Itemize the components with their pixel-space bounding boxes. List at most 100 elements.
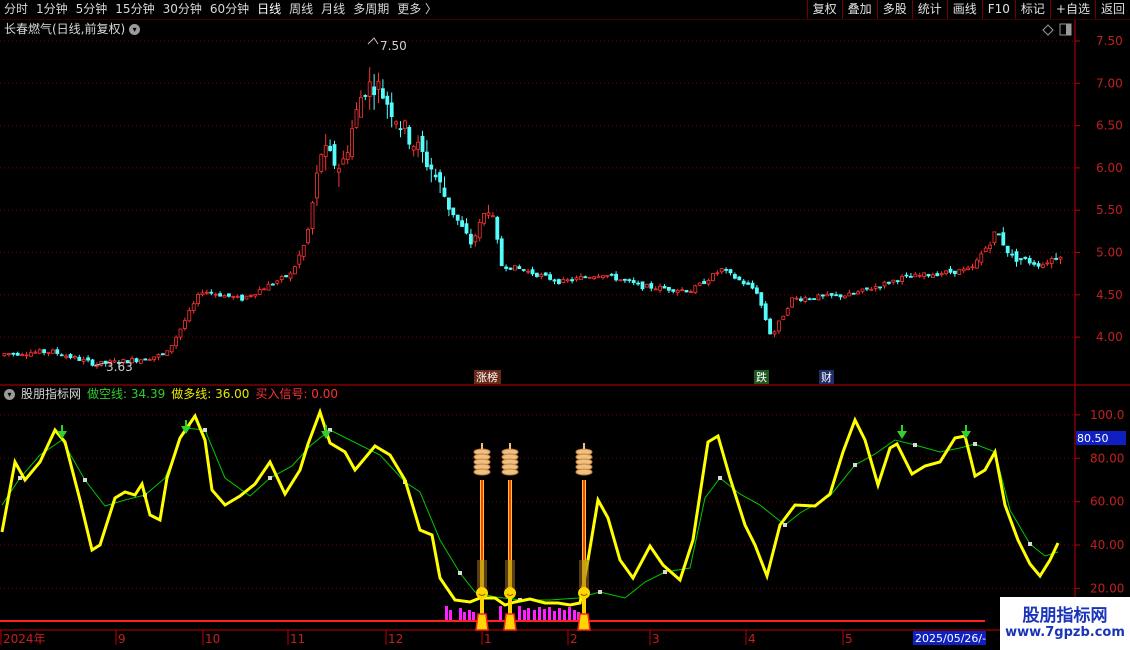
candle-body (649, 283, 654, 289)
grid (0, 40, 1075, 338)
candle-body (55, 349, 60, 354)
candle-body (446, 197, 451, 210)
signal-bar (523, 610, 526, 620)
candle-body (37, 349, 42, 354)
signal-bar (472, 612, 475, 620)
signal-body (505, 560, 515, 588)
candle-body (178, 328, 183, 338)
candle-body (922, 272, 926, 277)
candle-body (248, 295, 253, 297)
candle-body (605, 275, 610, 277)
candle-body (411, 146, 416, 151)
candle-body (424, 151, 429, 168)
candle-body (653, 288, 658, 291)
candle-body (1045, 262, 1050, 265)
candle-body (777, 320, 781, 332)
candle-body (592, 276, 596, 279)
candle-body (341, 158, 346, 165)
candle-body (68, 354, 73, 359)
candle-body (1010, 253, 1014, 256)
candle-body (336, 168, 341, 173)
candle-body (895, 280, 900, 283)
candle-body (623, 278, 627, 281)
candle-body (697, 282, 702, 286)
candle-body (28, 352, 33, 357)
signal-bar (543, 609, 546, 620)
watermark-url: www.7gpzb.com (1005, 625, 1125, 640)
candle-body (275, 280, 280, 284)
candle-body (733, 274, 737, 279)
candle-body (350, 128, 355, 157)
candle-body (495, 216, 500, 240)
candle-body (310, 202, 315, 229)
candle-body (306, 229, 311, 244)
diamond-icon[interactable] (1042, 24, 1054, 36)
candle-body (138, 359, 143, 364)
candle-body (807, 298, 812, 301)
event-marker-2[interactable]: 跌 (756, 370, 767, 384)
candle-body (438, 172, 443, 183)
candle-body (552, 279, 557, 282)
signal-bar (568, 607, 571, 620)
event-marker-1[interactable]: 涨榜 (476, 370, 498, 384)
candle-body (530, 269, 535, 275)
candle-body (1041, 264, 1045, 268)
signal-label: 买入信号: 0.00 (255, 387, 339, 401)
candle-body (803, 297, 808, 302)
candle-body (376, 80, 381, 90)
indicator-title: ▾ 股朋指标网 做空线: 34.39 做多线: 36.00 买入信号: 0.00 (4, 387, 338, 401)
candle-body (904, 274, 909, 277)
current-date-tag: 2025/05/26/- (915, 632, 986, 645)
candle-body (966, 267, 970, 270)
long-line-dot (783, 523, 787, 527)
candle-body (367, 81, 372, 97)
candle-body (847, 292, 852, 297)
candle-body (1001, 232, 1006, 246)
candle-body (935, 273, 940, 277)
event-marker-3[interactable]: 财 (821, 370, 832, 384)
candle-body (561, 279, 566, 283)
price-tick-label: 4.00 (1096, 330, 1123, 344)
signal-bar (527, 608, 530, 620)
candle-body (279, 276, 284, 280)
long-line-dot (1028, 542, 1032, 546)
candle-body (1049, 258, 1054, 264)
signal-bar (563, 610, 566, 620)
candle-body (799, 298, 803, 301)
candle-body (156, 354, 161, 358)
candle-body (15, 352, 20, 356)
short-line-label: 做空线: 34.39 (87, 387, 166, 401)
signal-coil-icon (473, 468, 491, 476)
indicator-dropdown-icon[interactable]: ▾ (4, 388, 15, 400)
candle-body (851, 292, 856, 295)
candle-body (565, 279, 570, 282)
long-line-dot (913, 443, 917, 447)
candle-body (420, 135, 425, 152)
signal-bar (463, 612, 466, 620)
candle-body (587, 276, 592, 279)
candle-body (728, 269, 733, 274)
signal-bar (573, 610, 576, 620)
candle-body (429, 164, 434, 170)
candle-body (741, 280, 746, 285)
long-line-dot (458, 571, 462, 575)
indicator-name[interactable]: 股朋指标网 (21, 387, 81, 401)
watermark-name: 股朋指标网 (1022, 606, 1108, 626)
candle-body (975, 259, 979, 269)
candle-body (931, 274, 935, 278)
candle-body (354, 109, 359, 128)
candle-body (297, 254, 302, 265)
candle-body (1054, 258, 1058, 260)
candle-body (209, 291, 214, 294)
candle-body (314, 172, 319, 199)
candle-body (200, 292, 205, 296)
candle-body (645, 284, 649, 288)
candle-body (288, 272, 293, 279)
candle-body (504, 266, 509, 269)
candle-body (917, 274, 922, 277)
candle-body (618, 279, 623, 282)
signal-body (477, 560, 487, 588)
candle-body (548, 274, 552, 280)
candle-body (262, 288, 267, 291)
candle-body (257, 289, 262, 295)
